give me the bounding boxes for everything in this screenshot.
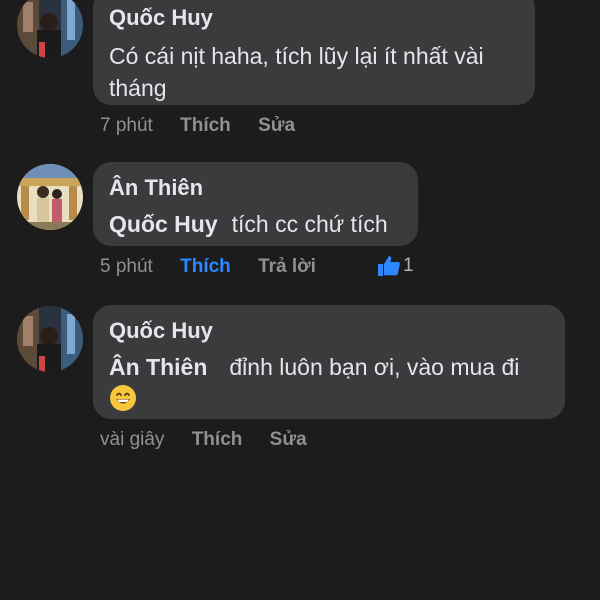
edit-button[interactable]: Sửa: [258, 115, 295, 136]
reaction-count: 1: [403, 255, 414, 276]
reply-button[interactable]: Trả lời: [258, 256, 316, 277]
comment-text: Quốc Huy tích cc chứ tích: [109, 208, 402, 240]
comment-author[interactable]: Ân Thiên: [109, 174, 402, 202]
comment-time[interactable]: vài giây: [100, 429, 164, 450]
thumbs-up-icon: [378, 256, 400, 276]
edit-button[interactable]: Sửa: [270, 429, 307, 450]
like-button[interactable]: Thích: [180, 115, 231, 136]
comment-time[interactable]: 5 phút: [100, 256, 153, 277]
user-photo-avatar: [17, 0, 83, 58]
comment-bubble: Quốc Huy Ân Thiên đỉnh luôn bạn ơi, vào m…: [93, 305, 565, 419]
mention-tag[interactable]: Quốc Huy: [109, 211, 218, 237]
mention-tag[interactable]: Ân Thiên: [109, 354, 207, 380]
comment-time[interactable]: 7 phút: [100, 115, 153, 136]
user-photo-avatar: [17, 306, 83, 372]
comment-actions: 5 phút Thích Trả lời: [100, 255, 338, 279]
reaction-summary[interactable]: 1: [377, 255, 414, 277]
like-button[interactable]: Thích: [180, 256, 231, 277]
avatar[interactable]: [17, 306, 83, 372]
comment-thread: Quốc Huy Có cái nịt haha, tích lũy lại í…: [0, 0, 600, 600]
avatar[interactable]: [17, 0, 83, 58]
comment-text: Có cái nịt haha, tích lũy lại ít nhất và…: [109, 43, 484, 101]
user-photo-avatar: [17, 164, 83, 230]
comment-bubble: Ân Thiên Quốc Huy tích cc chứ tích: [93, 162, 418, 246]
like-button[interactable]: Thích: [192, 429, 243, 450]
comment-author[interactable]: Quốc Huy: [109, 4, 519, 32]
comment-actions: 7 phút Thích Sửa: [100, 114, 317, 138]
avatar[interactable]: [17, 164, 83, 230]
comment-author[interactable]: Quốc Huy: [109, 317, 549, 345]
comment-body: tích cc chứ tích: [231, 211, 388, 237]
grinning-face-emoji: [110, 385, 136, 411]
comment-bubble: Quốc Huy Có cái nịt haha, tích lũy lại í…: [93, 0, 535, 105]
comment-body: đỉnh luôn bạn ơi, vào mua đi: [229, 354, 520, 380]
comment-text: Ân Thiên đỉnh luôn bạn ơi, vào mua đi: [109, 351, 549, 415]
comment-actions: vài giây Thích Sửa: [100, 428, 329, 452]
